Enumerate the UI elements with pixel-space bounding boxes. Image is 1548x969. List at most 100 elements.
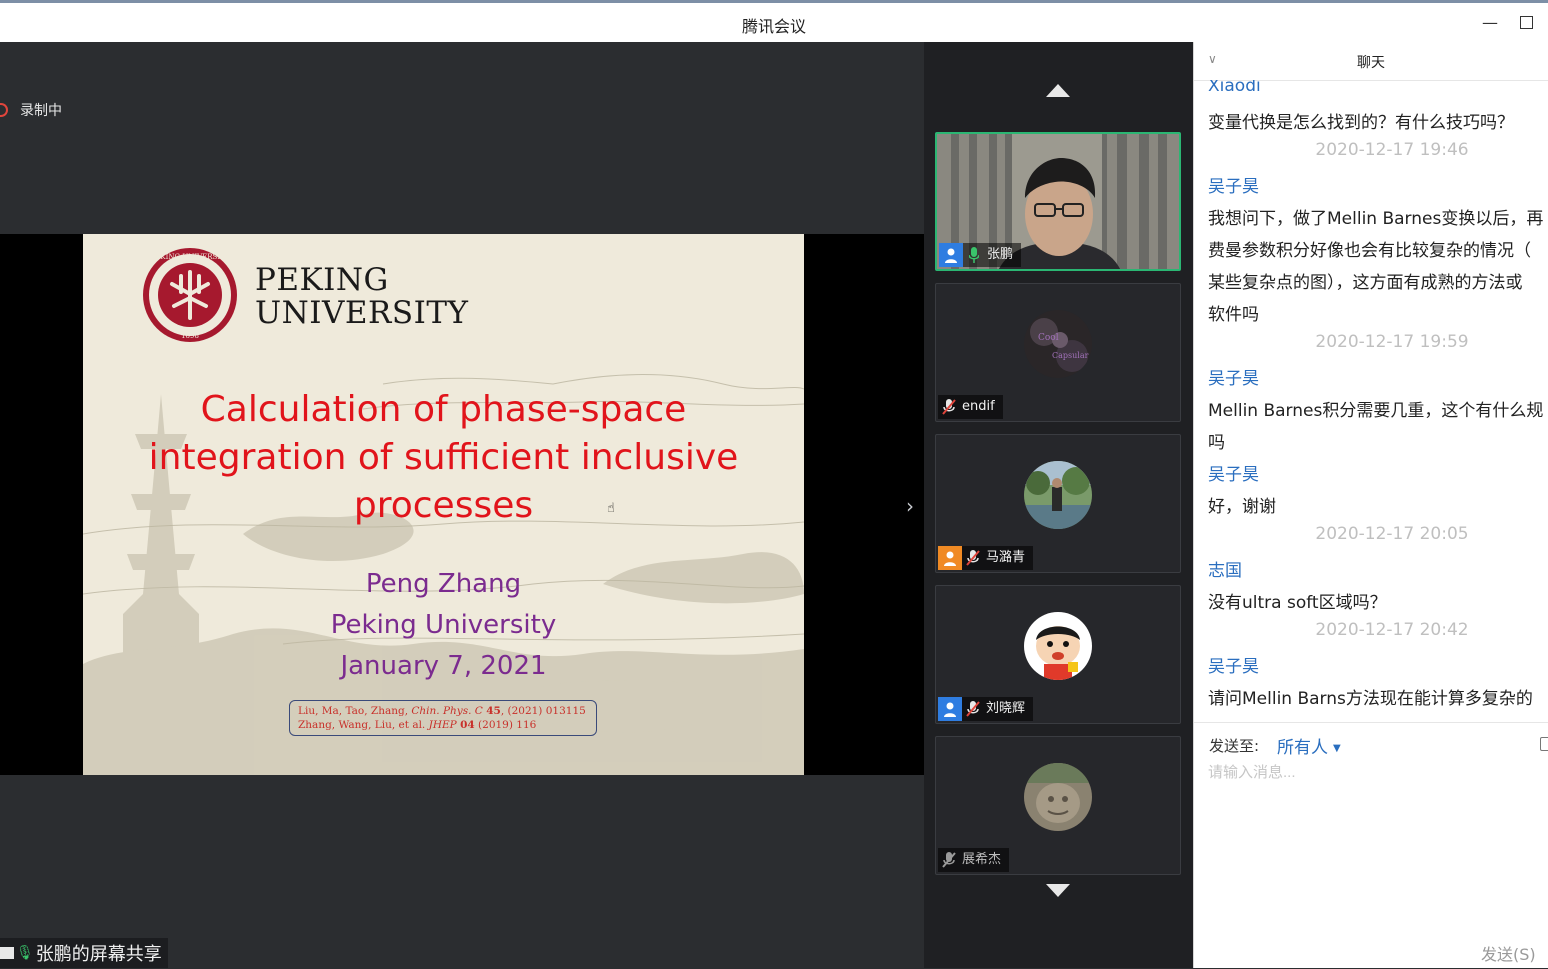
chat-panel: ∨ 聊天 Xiaodi 变量代换是怎么找到的？有什么技巧吗？ 2020-12-17 … [1193,42,1548,968]
slide-author: Peng Zhang [365,569,522,599]
minimize-icon[interactable]: — [1478,11,1502,35]
send-button[interactable]: 发送(S) [1481,941,1536,965]
screen-share-text: 张鹏的屏幕共享 [35,944,162,965]
wordmark-line2: UNIVERSITY [255,295,469,331]
stone-sculpture-avatar [1024,763,1092,831]
participant-name: endif [960,395,1003,419]
reference-box: Liu, Ma, Tao, Zhang, Chin. Phys. C 45, (… [289,700,597,736]
ref2-volume: 04 [460,719,475,731]
send-to-label: 发送至: [1209,737,1260,755]
participant-tile[interactable]: 刘晓辉 [935,585,1181,724]
user-blue-icon [938,697,962,721]
participant-tile[interactable]: 张鹏 [935,132,1181,271]
chat-sender-name[interactable]: 吴子昊 [1208,364,1259,389]
screenshot-icon[interactable] [1540,737,1548,751]
chat-sender-name[interactable]: Xiaodi [1208,80,1261,96]
participant-name: 马潞青 [984,546,1034,570]
chat-timestamp: 2020-12-17 19:59 [1315,332,1469,352]
participant-name-tag: 展希杰 [938,848,1010,872]
chat-title: 聊天 [1357,55,1385,71]
svg-text:Cool: Cool [1038,333,1059,343]
recording-dot-icon [0,103,8,117]
recipient-value: 所有人 [1277,738,1328,758]
chat-message-text: 没有ultra soft区域吗？ [1208,593,1387,613]
window-title: 腾讯会议 [741,17,806,36]
hand-cursor-icon: ☝ [607,501,615,516]
chevron-right-icon[interactable]: › [906,494,914,518]
chat-header: ∨ 聊天 [1194,42,1548,81]
slide-affiliation: Peking University [330,610,557,640]
chat-sender-name[interactable]: 吴子昊 [1208,172,1259,197]
title-bar: 腾讯会议 — [0,0,1548,42]
ref1-volume: 45 [486,705,501,717]
chat-sender-name[interactable]: 吴子昊 [1208,460,1259,485]
ref2-journal: JHEP [428,719,457,731]
participant-name-tag: endif [938,395,1003,419]
chat-message-text: 好，谢谢 [1208,497,1276,517]
participant-name: 张鹏 [985,243,1022,267]
participant-tile[interactable]: Cool Capsular endif [935,283,1181,422]
ref1-authors: Liu, Ma, Tao, Zhang, [298,705,409,717]
participant-tile[interactable]: 马潞青 [935,434,1181,573]
participant-name-tag: 刘晓辉 [938,697,1034,721]
cartoon-avatar [1024,612,1092,680]
title-line2: integration of sufficient inclusive [148,437,739,478]
participant-panel: 张鹏 Cool Capsular endif 马潞青 刘晓辉 展希杰 [924,42,1193,968]
chat-message-text: 请问Mellin Barns方法现在能计算多复杂的 [1208,689,1533,709]
participant-name: 刘晓辉 [984,697,1034,721]
microphone-muted-icon[interactable] [938,395,960,419]
seal-text: PEKING UNIVERSITY [151,253,230,261]
chat-composer: 发送至: 所有人 ▼ 发送(S) [1194,722,1548,969]
chat-message-text: 变量代换是怎么找到的？有什么技巧吗？ [1208,113,1514,133]
title-line1: Calculation of phase-space [200,389,687,430]
chat-message-text: 吗 [1208,433,1225,453]
microphone-muted-icon[interactable] [938,848,960,872]
screen-share-label: 🎙 张鹏的屏幕共享 [0,938,168,968]
scroll-up-arrow-icon[interactable] [1046,84,1070,97]
participant-name: 展希杰 [960,848,1010,872]
microphone-muted-icon[interactable] [962,546,984,570]
caret-down-icon: ▼ [1333,742,1341,754]
participant-name-tag: 马潞青 [938,546,1034,570]
chat-timestamp: 2020-12-17 20:05 [1315,524,1469,544]
reference-1: Liu, Ma, Tao, Zhang, Chin. Phys. C 45, (… [298,704,588,718]
chat-timestamp: 2020-12-17 20:42 [1315,620,1469,640]
participant-name-tag: 张鹏 [939,243,1022,267]
ref2-rest: (2019) 116 [478,719,537,731]
title-line3: processes [353,485,534,526]
recipient-dropdown[interactable]: 所有人 ▼ [1277,733,1341,758]
chat-message-text: 软件吗 [1208,305,1259,325]
chat-message-text: Mellin Barnes积分需要几重，这个有什么规 [1208,401,1544,421]
recording-label: 录制中 [20,103,62,119]
screen-share-icon [0,947,14,959]
microphone-on-icon: 🎙 [16,945,34,961]
chat-timestamp: 2020-12-17 19:46 [1315,140,1469,160]
maximize-icon[interactable] [1514,11,1538,35]
recording-indicator: 录制中 [0,100,62,120]
chat-message-text: 某些复杂点的图），这方面有成熟的方法或 [1208,273,1523,293]
microphone-muted-icon[interactable] [962,697,984,721]
shared-screen-area: 录制中 PEKING UNIVERSITY 1898 PEKING UNIVER… [0,42,924,968]
chat-sender-name[interactable]: 吴子昊 [1208,652,1259,677]
outdoor-photo-avatar [1024,461,1092,529]
participant-tile[interactable]: 展希杰 [935,736,1181,875]
seal-year: 1898 [181,332,199,340]
slide-date: January 7, 2021 [340,651,547,681]
wordmark-line1: PEKING [255,262,389,298]
university-seal-icon: PEKING UNIVERSITY 1898 [143,248,237,342]
ref1-journal: Chin. Phys. C [411,705,483,717]
slide-container: PEKING UNIVERSITY 1898 PEKING UNIVERSITY… [0,234,924,775]
scroll-down-arrow-icon[interactable] [1046,884,1070,897]
chat-message-text: 我想问下，做了Mellin Barnes变换以后，再 [1208,209,1544,229]
microphone-on-icon[interactable] [963,243,985,267]
university-wordmark: PEKING UNIVERSITY [255,264,468,330]
svg-text:Capsular: Capsular [1052,351,1089,360]
ref2-authors: Zhang, Wang, Liu, et al. [298,719,426,731]
presentation-slide: PEKING UNIVERSITY 1898 PEKING UNIVERSITY… [83,234,804,775]
ref1-rest: , (2021) 013115 [500,705,586,717]
chat-message-input[interactable] [1208,761,1538,911]
galaxy-avatar: Cool Capsular [1024,310,1092,378]
chat-sender-name[interactable]: 志国 [1208,556,1242,581]
chat-message-text: 费曼参数积分好像也会有比较复杂的情况（ [1208,241,1531,261]
chat-message-list[interactable]: Xiaodi 变量代换是怎么找到的？有什么技巧吗？ 2020-12-17 19:46… [1194,80,1548,720]
